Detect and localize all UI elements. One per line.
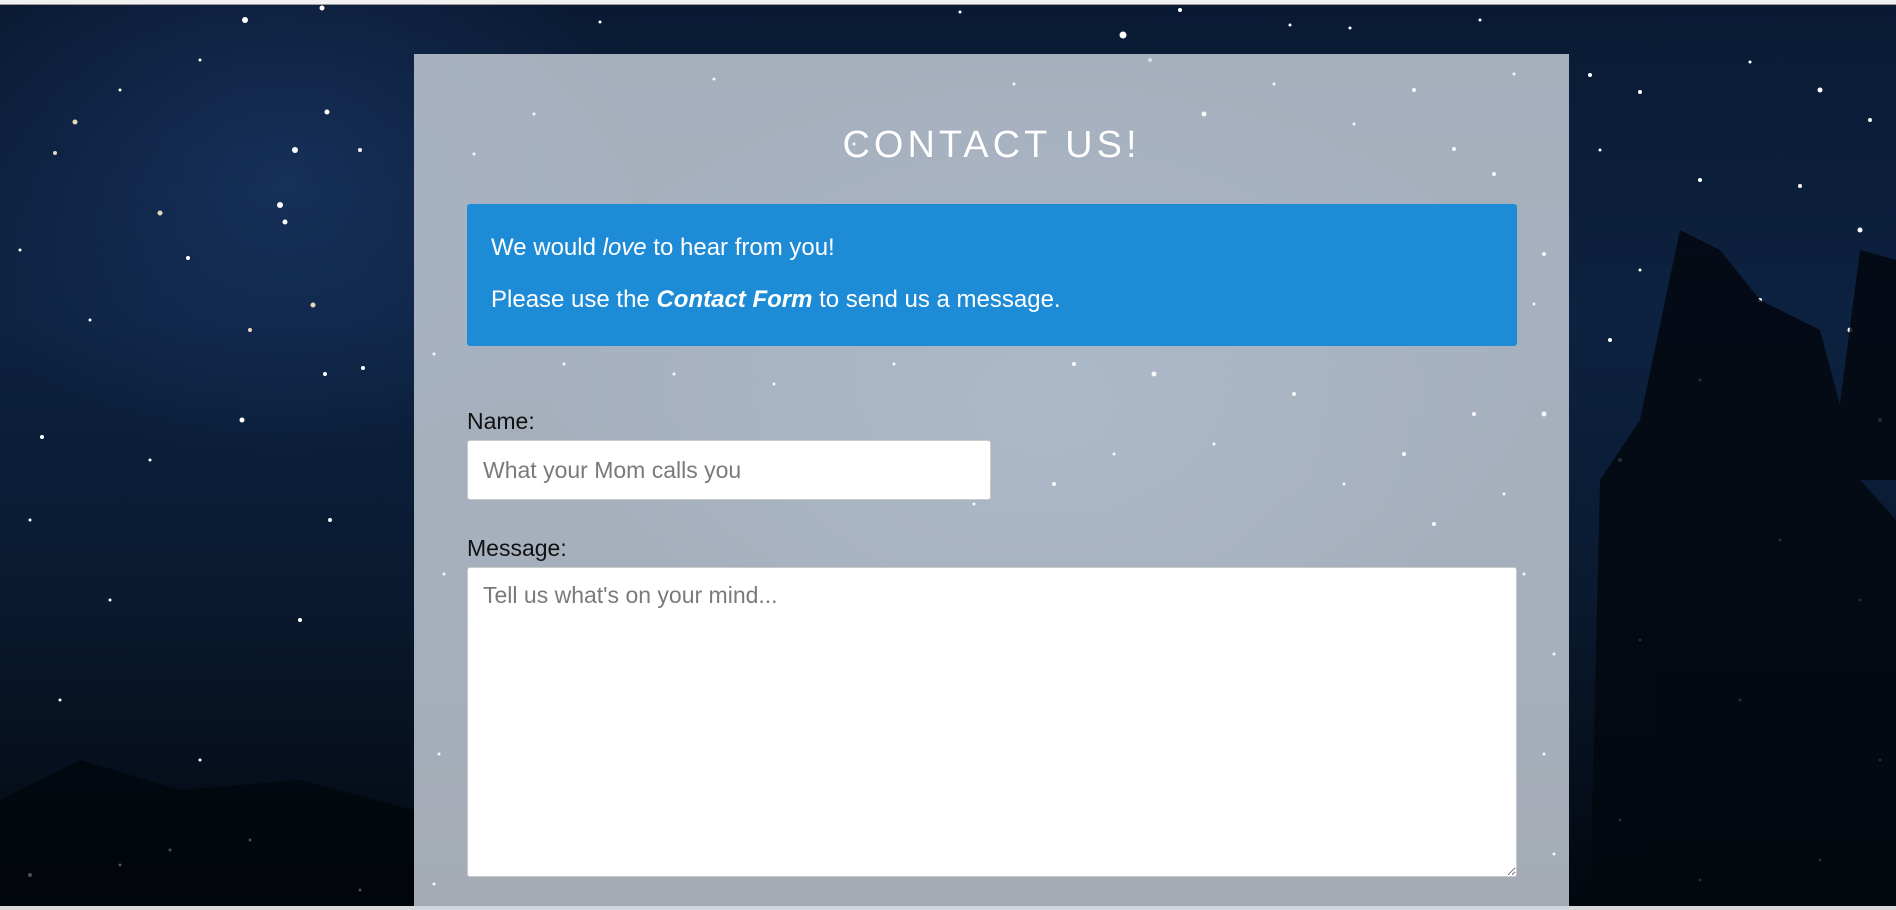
page-background: CONTACT US! We would love to hear from y… bbox=[0, 0, 1896, 910]
callout-line-1-post: to hear from you! bbox=[646, 234, 835, 261]
callout-emphasis: love bbox=[602, 234, 647, 261]
message-textarea[interactable] bbox=[467, 567, 1517, 877]
callout-line-1-pre: We would bbox=[491, 234, 603, 261]
browser-top-edge bbox=[0, 0, 1896, 5]
callout-line-2: Please use the Contact Form to send us a… bbox=[491, 284, 1493, 316]
message-label: Message: bbox=[467, 535, 567, 561]
page-title: CONTACT US! bbox=[842, 124, 1141, 166]
callout-line-2-post: to send us a message. bbox=[812, 286, 1061, 313]
callout-line-2-pre: Please use the bbox=[491, 286, 657, 313]
callout-strong: Contact Form bbox=[656, 286, 813, 313]
info-callout: We would love to hear from you! Please u… bbox=[467, 204, 1517, 346]
callout-line-1: We would love to hear from you! bbox=[491, 232, 1493, 264]
name-input[interactable] bbox=[467, 440, 991, 500]
name-label: Name: bbox=[467, 408, 535, 434]
contact-panel: CONTACT US! We would love to hear from y… bbox=[414, 54, 1569, 910]
